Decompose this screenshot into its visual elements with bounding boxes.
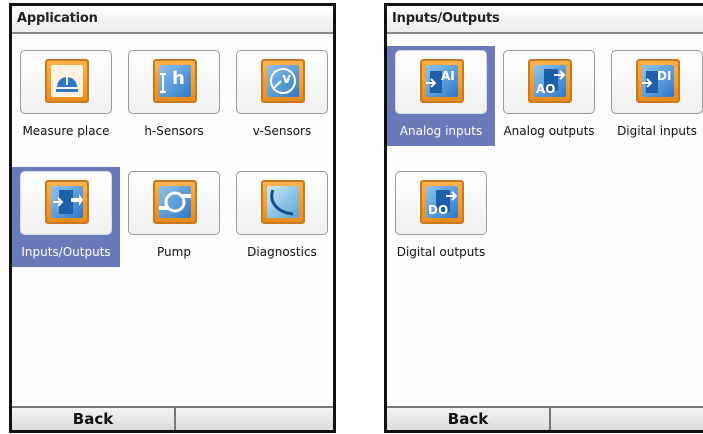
digital-outputs-icon: DO <box>420 180 464 224</box>
measure-place-icon <box>45 59 89 103</box>
softkey-bar: Back <box>387 406 703 430</box>
tile-label: Measure place <box>22 124 110 138</box>
tile-h-sensors[interactable]: h h-Sensors <box>120 46 228 146</box>
inputs-outputs-screen: Inputs/Outputs AI Analog inputs AO Analo… <box>384 3 703 433</box>
screen-title: Application <box>17 11 98 26</box>
inputs-outputs-icon <box>45 180 89 224</box>
tile-frame <box>20 171 112 235</box>
tile-label: Digital outputs <box>396 245 486 259</box>
tile-digital-outputs[interactable]: DO Digital outputs <box>387 167 495 267</box>
application-screen: Application Measure place h h-Sensors v … <box>9 3 336 433</box>
pump-icon <box>153 180 197 224</box>
svg-text:DO: DO <box>428 203 448 217</box>
tile-label: h-Sensors <box>144 124 204 138</box>
svg-text:h: h <box>172 68 185 89</box>
tile-frame <box>20 50 112 114</box>
svg-text:AI: AI <box>441 69 455 83</box>
svg-text:v: v <box>282 71 291 87</box>
v-sensor-icon: v <box>261 59 305 103</box>
tile-digital-inputs[interactable]: DI Digital inputs <box>603 46 703 146</box>
back-label: Back <box>447 410 489 428</box>
tile-analog-inputs[interactable]: AI Analog inputs <box>387 46 495 146</box>
tile-label: Digital inputs <box>617 124 697 138</box>
h-sensor-icon: h <box>153 59 197 103</box>
digital-inputs-icon: DI <box>636 59 680 103</box>
tile-pump[interactable]: Pump <box>120 167 228 267</box>
tile-frame: v <box>236 50 328 114</box>
tile-measure-place[interactable]: Measure place <box>12 46 120 146</box>
tile-v-sensors[interactable]: v v-Sensors <box>228 46 333 146</box>
tile-frame: DO <box>395 171 487 235</box>
back-label: Back <box>72 410 114 428</box>
tile-frame: AO <box>503 50 595 114</box>
tile-frame <box>236 171 328 235</box>
tile-inputs-outputs[interactable]: Inputs/Outputs <box>12 167 120 267</box>
tile-label: Analog outputs <box>503 124 595 138</box>
tile-analog-outputs[interactable]: AO Analog outputs <box>495 46 603 146</box>
tile-frame: DI <box>611 50 703 114</box>
right-softkey[interactable] <box>176 408 333 430</box>
tile-frame: h <box>128 50 220 114</box>
tile-label: Pump <box>157 245 191 259</box>
tile-diagnostics[interactable]: Diagnostics <box>228 167 333 267</box>
tile-frame: AI <box>395 50 487 114</box>
screen-title: Inputs/Outputs <box>392 11 500 26</box>
analog-inputs-icon: AI <box>420 59 464 103</box>
diagnostics-icon <box>261 180 305 224</box>
svg-text:DI: DI <box>657 69 671 83</box>
tile-label: Diagnostics <box>247 245 317 259</box>
tile-label: v-Sensors <box>252 124 312 138</box>
back-button[interactable]: Back <box>387 408 551 430</box>
tile-label: Analog inputs <box>399 124 483 138</box>
right-softkey[interactable] <box>551 408 703 430</box>
title-bar: Application <box>12 6 333 34</box>
tile-label: Inputs/Outputs <box>21 245 111 259</box>
analog-outputs-icon: AO <box>528 59 572 103</box>
softkey-bar: Back <box>12 406 333 430</box>
svg-text:AO: AO <box>536 82 556 96</box>
back-button[interactable]: Back <box>12 408 176 430</box>
tile-frame <box>128 171 220 235</box>
title-bar: Inputs/Outputs <box>387 6 703 34</box>
